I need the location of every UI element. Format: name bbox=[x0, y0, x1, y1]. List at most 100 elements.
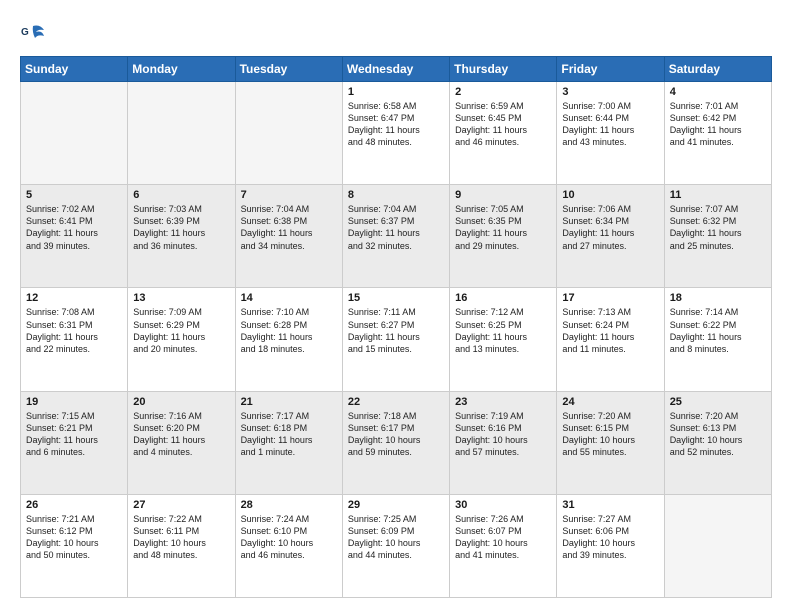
svg-text:G: G bbox=[21, 27, 29, 38]
day-info: Sunrise: 7:26 AM Sunset: 6:07 PM Dayligh… bbox=[455, 513, 551, 562]
day-number: 24 bbox=[562, 396, 658, 408]
day-info: Sunrise: 7:05 AM Sunset: 6:35 PM Dayligh… bbox=[455, 203, 551, 252]
day-info: Sunrise: 7:03 AM Sunset: 6:39 PM Dayligh… bbox=[133, 203, 229, 252]
day-info: Sunrise: 7:11 AM Sunset: 6:27 PM Dayligh… bbox=[348, 306, 444, 355]
weekday-header-row: SundayMondayTuesdayWednesdayThursdayFrid… bbox=[21, 57, 772, 82]
day-number: 22 bbox=[348, 396, 444, 408]
day-number: 2 bbox=[455, 86, 551, 98]
day-info: Sunrise: 7:06 AM Sunset: 6:34 PM Dayligh… bbox=[562, 203, 658, 252]
day-number: 10 bbox=[562, 189, 658, 201]
day-number: 14 bbox=[241, 292, 337, 304]
day-number: 4 bbox=[670, 86, 766, 98]
day-number: 11 bbox=[670, 189, 766, 201]
day-number: 29 bbox=[348, 499, 444, 511]
day-info: Sunrise: 7:12 AM Sunset: 6:25 PM Dayligh… bbox=[455, 306, 551, 355]
calendar-cell: 8 Sunrise: 7:04 AM Sunset: 6:37 PM Daylig… bbox=[342, 185, 449, 288]
calendar-cell: 14Sunrise: 7:10 AM Sunset: 6:28 PM Dayli… bbox=[235, 288, 342, 391]
calendar-cell: 27 Sunrise: 7:22 AM Sunset: 6:11 PM Dayli… bbox=[128, 494, 235, 597]
day-number: 19 bbox=[26, 396, 122, 408]
page: G SundayMondayTuesdayWednesdayThursdayFr… bbox=[0, 0, 792, 612]
day-info: Sunrise: 7:08 AM Sunset: 6:31 PM Dayligh… bbox=[26, 306, 122, 355]
weekday-saturday: Saturday bbox=[664, 57, 771, 82]
day-info: Sunrise: 6:59 AM Sunset: 6:45 PM Dayligh… bbox=[455, 100, 551, 149]
day-number: 30 bbox=[455, 499, 551, 511]
day-number: 23 bbox=[455, 396, 551, 408]
day-info: Sunrise: 7:13 AM Sunset: 6:24 PM Dayligh… bbox=[562, 306, 658, 355]
weekday-monday: Monday bbox=[128, 57, 235, 82]
calendar-cell: 11Sunrise: 7:07 AM Sunset: 6:32 PM Dayli… bbox=[664, 185, 771, 288]
day-info: Sunrise: 7:22 AM Sunset: 6:11 PM Dayligh… bbox=[133, 513, 229, 562]
week-row-4: 19 Sunrise: 7:15 AM Sunset: 6:21 PM Dayli… bbox=[21, 391, 772, 494]
header: G bbox=[20, 18, 772, 48]
day-number: 27 bbox=[133, 499, 229, 511]
calendar-cell: 20 Sunrise: 7:16 AM Sunset: 6:20 PM Dayli… bbox=[128, 391, 235, 494]
calendar: SundayMondayTuesdayWednesdayThursdayFrid… bbox=[20, 56, 772, 598]
calendar-cell bbox=[235, 82, 342, 185]
calendar-cell: 18 Sunrise: 7:14 AM Sunset: 6:22 PM Dayli… bbox=[664, 288, 771, 391]
day-info: Sunrise: 7:09 AM Sunset: 6:29 PM Dayligh… bbox=[133, 306, 229, 355]
calendar-cell: 13 Sunrise: 7:09 AM Sunset: 6:29 PM Dayli… bbox=[128, 288, 235, 391]
day-info: Sunrise: 7:04 AM Sunset: 6:38 PM Dayligh… bbox=[241, 203, 337, 252]
weekday-friday: Friday bbox=[557, 57, 664, 82]
weekday-sunday: Sunday bbox=[21, 57, 128, 82]
weekday-thursday: Thursday bbox=[450, 57, 557, 82]
day-info: Sunrise: 7:15 AM Sunset: 6:21 PM Dayligh… bbox=[26, 410, 122, 459]
calendar-cell: 9 Sunrise: 7:05 AM Sunset: 6:35 PM Daylig… bbox=[450, 185, 557, 288]
day-info: Sunrise: 7:04 AM Sunset: 6:37 PM Dayligh… bbox=[348, 203, 444, 252]
day-number: 26 bbox=[26, 499, 122, 511]
weekday-wednesday: Wednesday bbox=[342, 57, 449, 82]
day-number: 18 bbox=[670, 292, 766, 304]
day-info: Sunrise: 7:01 AM Sunset: 6:42 PM Dayligh… bbox=[670, 100, 766, 149]
day-number: 1 bbox=[348, 86, 444, 98]
calendar-cell: 5 Sunrise: 7:02 AM Sunset: 6:41 PM Daylig… bbox=[21, 185, 128, 288]
day-number: 17 bbox=[562, 292, 658, 304]
day-number: 9 bbox=[455, 189, 551, 201]
day-number: 7 bbox=[241, 189, 337, 201]
day-info: Sunrise: 7:24 AM Sunset: 6:10 PM Dayligh… bbox=[241, 513, 337, 562]
weekday-tuesday: Tuesday bbox=[235, 57, 342, 82]
calendar-cell bbox=[664, 494, 771, 597]
calendar-cell: 30 Sunrise: 7:26 AM Sunset: 6:07 PM Dayli… bbox=[450, 494, 557, 597]
calendar-cell: 17 Sunrise: 7:13 AM Sunset: 6:24 PM Dayli… bbox=[557, 288, 664, 391]
calendar-cell bbox=[21, 82, 128, 185]
day-number: 8 bbox=[348, 189, 444, 201]
calendar-cell bbox=[128, 82, 235, 185]
day-info: Sunrise: 7:20 AM Sunset: 6:13 PM Dayligh… bbox=[670, 410, 766, 459]
day-number: 13 bbox=[133, 292, 229, 304]
day-info: Sunrise: 7:20 AM Sunset: 6:15 PM Dayligh… bbox=[562, 410, 658, 459]
day-info: Sunrise: 7:16 AM Sunset: 6:20 PM Dayligh… bbox=[133, 410, 229, 459]
calendar-cell: 1Sunrise: 6:58 AM Sunset: 6:47 PM Daylig… bbox=[342, 82, 449, 185]
day-number: 25 bbox=[670, 396, 766, 408]
day-number: 15 bbox=[348, 292, 444, 304]
day-info: Sunrise: 7:14 AM Sunset: 6:22 PM Dayligh… bbox=[670, 306, 766, 355]
calendar-cell: 15 Sunrise: 7:11 AM Sunset: 6:27 PM Dayli… bbox=[342, 288, 449, 391]
week-row-3: 12Sunrise: 7:08 AM Sunset: 6:31 PM Dayli… bbox=[21, 288, 772, 391]
day-info: Sunrise: 7:02 AM Sunset: 6:41 PM Dayligh… bbox=[26, 203, 122, 252]
calendar-cell: 24 Sunrise: 7:20 AM Sunset: 6:15 PM Dayli… bbox=[557, 391, 664, 494]
day-number: 28 bbox=[241, 499, 337, 511]
day-number: 5 bbox=[26, 189, 122, 201]
day-number: 21 bbox=[241, 396, 337, 408]
calendar-cell: 21 Sunrise: 7:17 AM Sunset: 6:18 PM Dayli… bbox=[235, 391, 342, 494]
calendar-cell: 3 Sunrise: 7:00 AM Sunset: 6:44 PM Daylig… bbox=[557, 82, 664, 185]
logo: G bbox=[20, 22, 49, 48]
day-info: Sunrise: 7:21 AM Sunset: 6:12 PM Dayligh… bbox=[26, 513, 122, 562]
day-number: 3 bbox=[562, 86, 658, 98]
day-number: 6 bbox=[133, 189, 229, 201]
week-row-1: 1Sunrise: 6:58 AM Sunset: 6:47 PM Daylig… bbox=[21, 82, 772, 185]
calendar-cell: 29 Sunrise: 7:25 AM Sunset: 6:09 PM Dayli… bbox=[342, 494, 449, 597]
calendar-cell: 23Sunrise: 7:19 AM Sunset: 6:16 PM Dayli… bbox=[450, 391, 557, 494]
week-row-2: 5 Sunrise: 7:02 AM Sunset: 6:41 PM Daylig… bbox=[21, 185, 772, 288]
calendar-cell: 28 Sunrise: 7:24 AM Sunset: 6:10 PM Dayli… bbox=[235, 494, 342, 597]
calendar-cell: 31Sunrise: 7:27 AM Sunset: 6:06 PM Dayli… bbox=[557, 494, 664, 597]
calendar-cell: 10 Sunrise: 7:06 AM Sunset: 6:34 PM Dayli… bbox=[557, 185, 664, 288]
day-info: Sunrise: 7:17 AM Sunset: 6:18 PM Dayligh… bbox=[241, 410, 337, 459]
calendar-cell: 22Sunrise: 7:18 AM Sunset: 6:17 PM Dayli… bbox=[342, 391, 449, 494]
calendar-cell: 12Sunrise: 7:08 AM Sunset: 6:31 PM Dayli… bbox=[21, 288, 128, 391]
week-row-5: 26 Sunrise: 7:21 AM Sunset: 6:12 PM Dayli… bbox=[21, 494, 772, 597]
day-number: 31 bbox=[562, 499, 658, 511]
calendar-cell: 16Sunrise: 7:12 AM Sunset: 6:25 PM Dayli… bbox=[450, 288, 557, 391]
day-number: 20 bbox=[133, 396, 229, 408]
day-info: Sunrise: 7:25 AM Sunset: 6:09 PM Dayligh… bbox=[348, 513, 444, 562]
day-info: Sunrise: 7:00 AM Sunset: 6:44 PM Dayligh… bbox=[562, 100, 658, 149]
